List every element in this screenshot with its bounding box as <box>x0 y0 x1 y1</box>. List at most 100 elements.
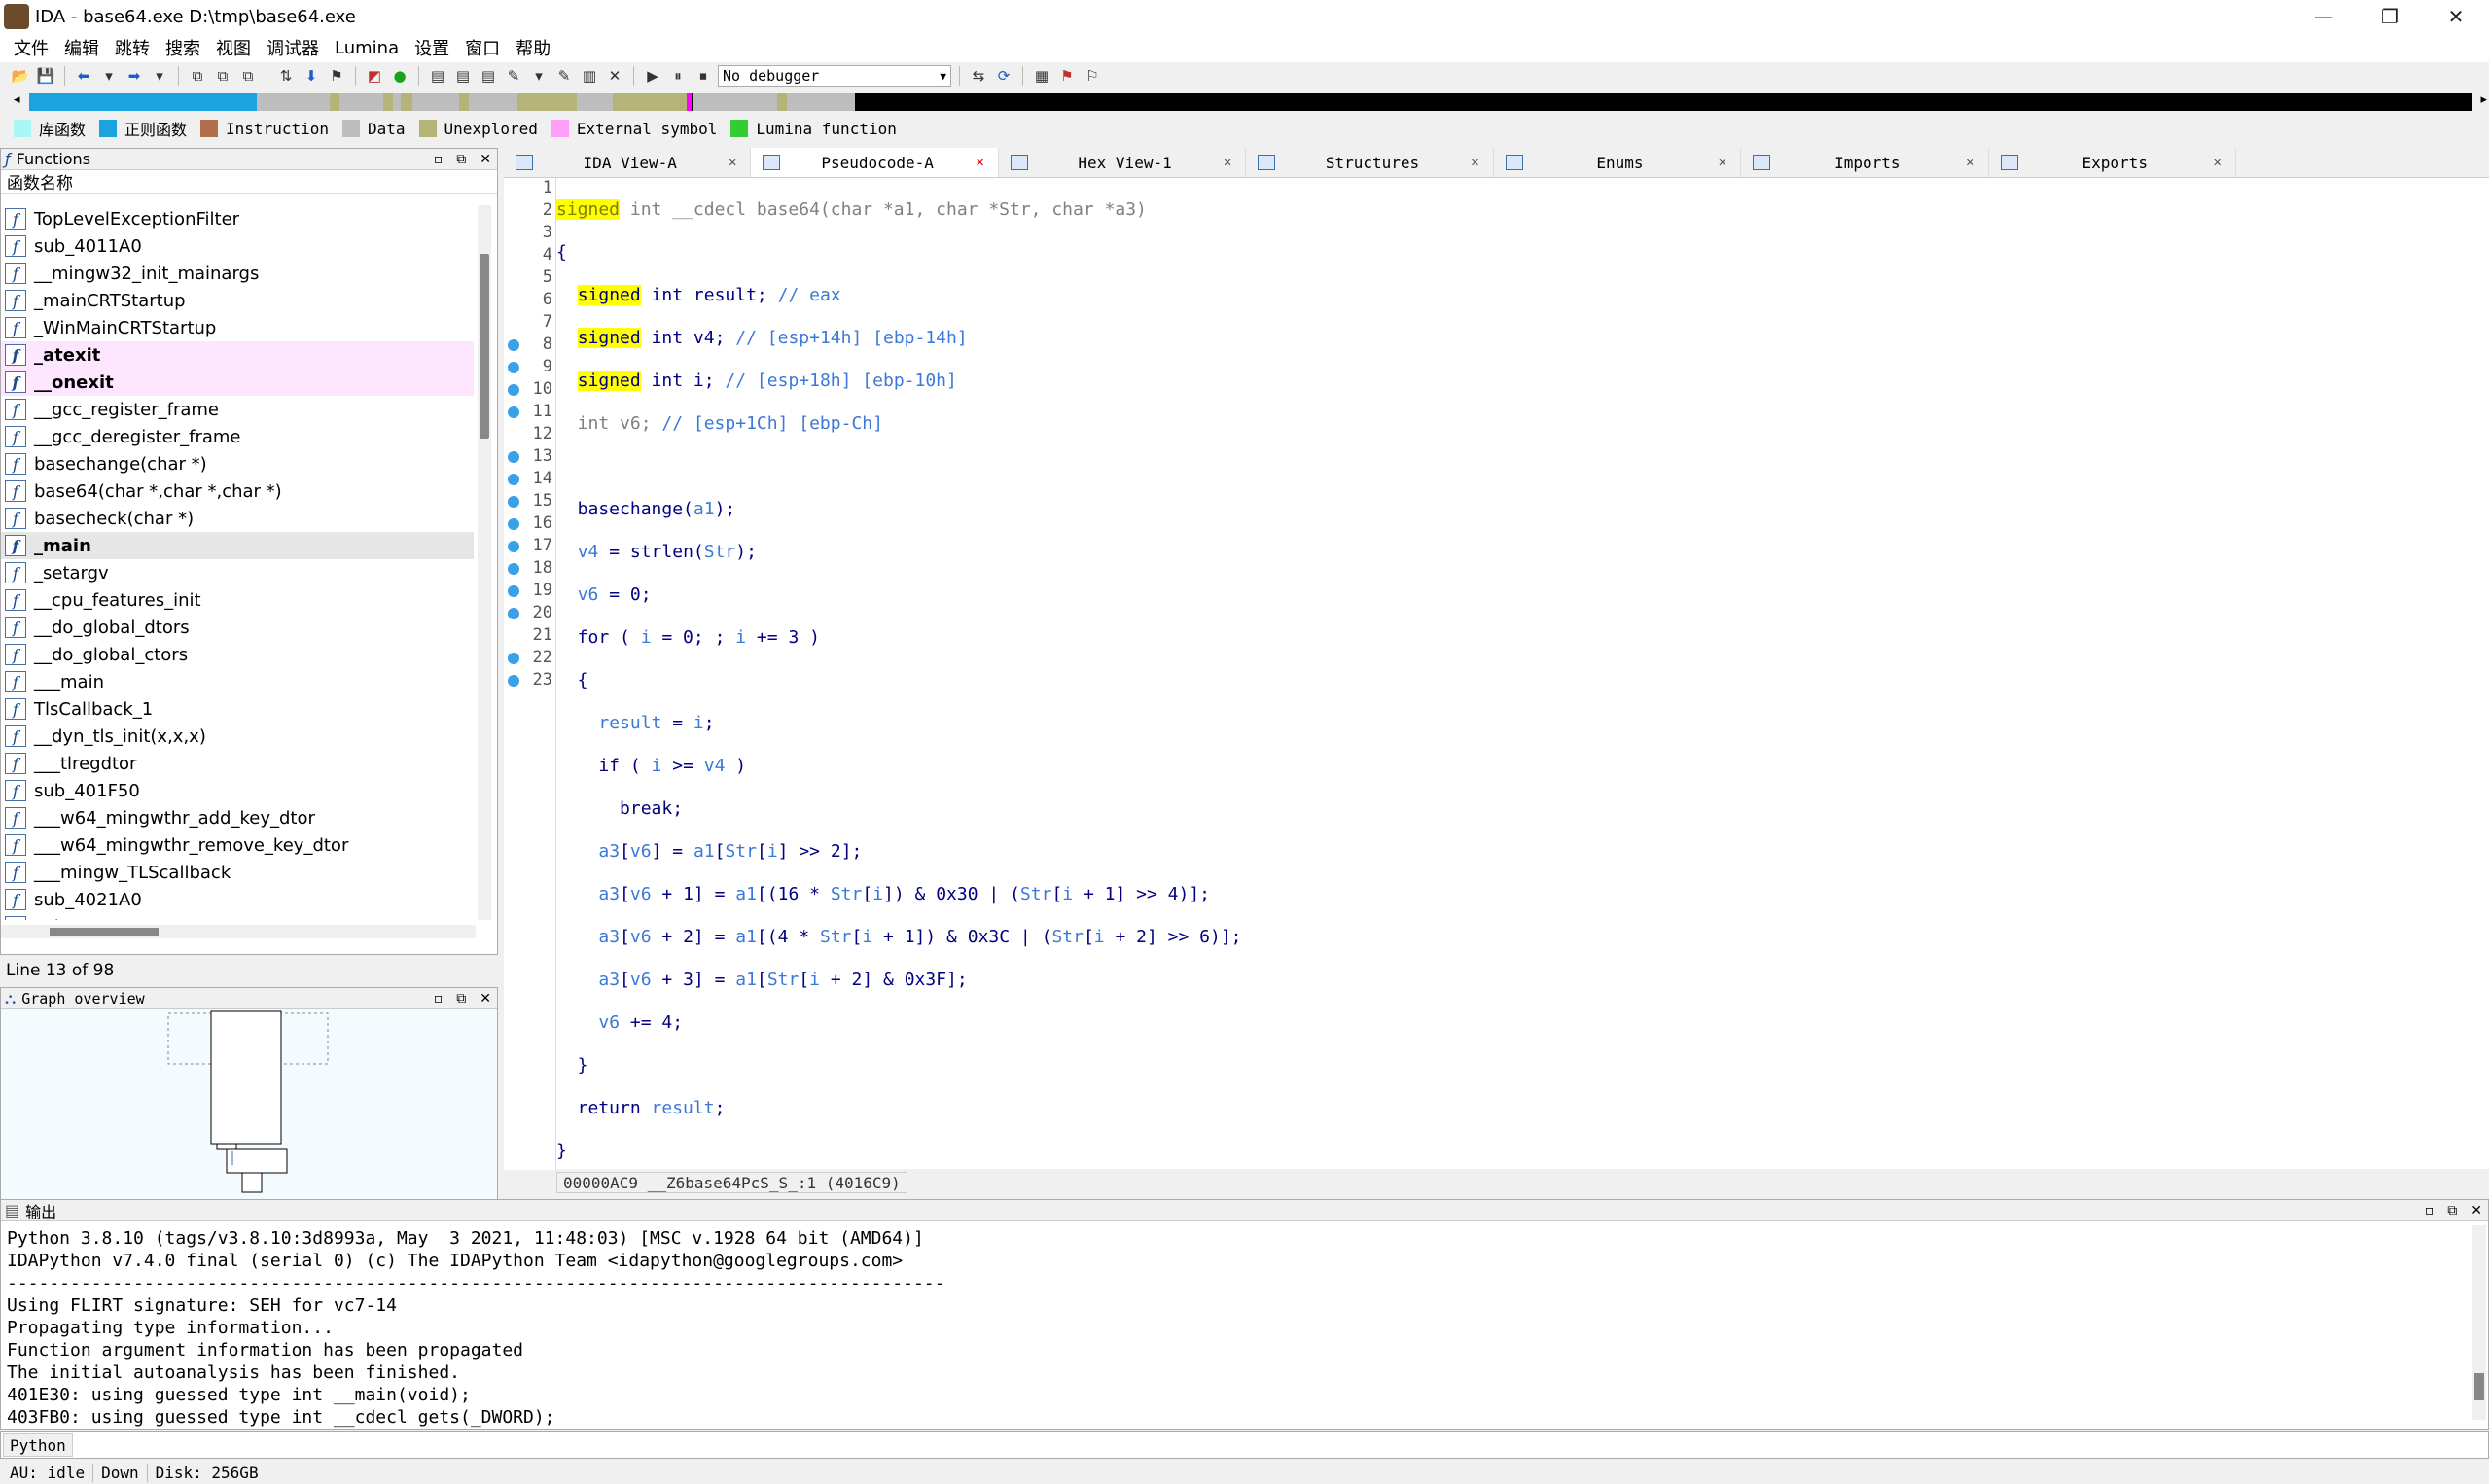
tab-imports[interactable]: Imports ✕ <box>1741 148 1989 177</box>
tab-close-icon[interactable]: ✕ <box>1471 155 1478 170</box>
tab-hex-view-1[interactable]: Hex View-1 ✕ <box>999 148 1247 177</box>
tab-close-icon[interactable]: ✕ <box>729 155 736 170</box>
data-icon[interactable]: ▤ <box>452 65 474 87</box>
function-list-item[interactable]: f __cpu_features_init <box>1 586 474 614</box>
breakpoint-dot-icon[interactable] <box>508 362 519 373</box>
close-icon[interactable]: ✕ <box>2471 1203 2482 1219</box>
functions-vertical-scrollbar[interactable] <box>478 205 491 920</box>
float-icon[interactable]: ▫ <box>434 991 444 1007</box>
output-vertical-scrollbar[interactable] <box>2472 1225 2486 1420</box>
array-icon[interactable]: ✎ <box>553 65 575 87</box>
menu-file[interactable]: 文件 <box>6 35 56 60</box>
menu-windows[interactable]: 窗口 <box>457 35 508 60</box>
function-list-item[interactable]: f base64(char *,char *,char *) <box>1 477 474 505</box>
pseudocode-text[interactable]: signed int __cdecl base64(char *a1, char… <box>556 178 2482 1203</box>
nav-segment[interactable] <box>459 93 470 111</box>
breakpoint-dot-icon[interactable] <box>508 518 519 530</box>
function-list-item[interactable]: f _main <box>1 532 474 559</box>
float-icon[interactable]: ▫ <box>2425 1203 2435 1219</box>
struct-icon[interactable]: ▤ <box>478 65 499 87</box>
undefine-icon[interactable]: ▥ <box>579 65 600 87</box>
tab-close-icon[interactable]: ✕ <box>1719 155 1726 170</box>
graph-icon[interactable]: ◩ <box>364 65 385 87</box>
function-list-item[interactable]: f ___w64_mingwthr_add_key_dtor <box>1 804 474 831</box>
maximize-button[interactable]: ❐ <box>2357 0 2423 33</box>
nav-segment[interactable] <box>469 93 518 111</box>
pause-icon[interactable]: ⏸ <box>667 65 689 87</box>
menu-view[interactable]: 视图 <box>208 35 259 60</box>
function-list-item[interactable]: f sub_401F50 <box>1 777 474 804</box>
nav-segment[interactable] <box>329 93 340 111</box>
nav-segment[interactable] <box>256 93 330 111</box>
tab-close-icon[interactable]: ✕ <box>1966 155 1973 170</box>
restore-icon[interactable]: ⧉ <box>456 991 466 1007</box>
tab-exports[interactable]: Exports ✕ <box>1989 148 2236 177</box>
python-language-button[interactable]: Python <box>3 1433 73 1457</box>
code-icon[interactable]: ▤ <box>427 65 448 87</box>
breakpoint-dot-icon[interactable] <box>508 384 519 396</box>
stop-icon[interactable]: ⏹ <box>693 65 714 87</box>
function-list-item[interactable]: f __gcc_deregister_frame <box>1 423 474 450</box>
nav-segment[interactable] <box>576 93 614 111</box>
run-green-icon[interactable]: ● <box>389 65 410 87</box>
functions-list[interactable]: f TopLevelExceptionFilter f sub_4011A0 f __mi… <box>1 205 474 920</box>
breakpoint-list-icon[interactable]: ▦ <box>1031 65 1052 87</box>
function-list-item[interactable]: f sub_402150 <box>1 913 474 920</box>
breakpoint-dot-icon[interactable] <box>508 541 519 552</box>
dropdown-icon[interactable]: ▾ <box>149 65 170 87</box>
function-list-item[interactable]: f __do_global_dtors <box>1 614 474 641</box>
scroll-thumb[interactable] <box>480 254 489 439</box>
navigation-bar[interactable] <box>29 93 2472 111</box>
close-icon[interactable]: ✕ <box>480 152 491 167</box>
nav-segment[interactable] <box>776 93 787 111</box>
breakpoint-icon[interactable]: ⚑ <box>1056 65 1078 87</box>
nav-segment[interactable] <box>786 93 855 111</box>
functions-column-header[interactable]: 函数名称 <box>1 170 497 194</box>
menu-help[interactable]: 帮助 <box>508 35 558 60</box>
scroll-thumb[interactable] <box>2474 1373 2484 1400</box>
breakpoint-dot-icon[interactable] <box>508 653 519 664</box>
menu-debugger[interactable]: 调试器 <box>259 35 327 60</box>
pseudocode-view[interactable]: 1 2 3 4 5 6 7 8 9 10 11 12 13 14 15 16 17 18 19 20 21 22 23 si… <box>504 177 2489 1170</box>
nav-segment[interactable] <box>854 93 2472 111</box>
breakpoint-dot-icon[interactable] <box>508 585 519 597</box>
function-list-item[interactable]: f __gcc_register_frame <box>1 396 474 423</box>
play-icon[interactable]: ▶ <box>642 65 663 87</box>
save-icon[interactable]: 💾 <box>35 65 56 87</box>
function-list-item[interactable]: f ___w64_mingwthr_remove_key_dtor <box>1 831 474 859</box>
search-binary-icon[interactable]: ⧉ <box>212 65 233 87</box>
breakpoint-dot-icon[interactable] <box>508 675 519 687</box>
function-list-item[interactable]: f __mingw32_init_mainargs <box>1 260 474 287</box>
nav-segment[interactable] <box>29 93 257 111</box>
function-list-item[interactable]: f sub_4011A0 <box>1 232 474 260</box>
breakpoint-dot-icon[interactable] <box>508 496 519 508</box>
function-list-item[interactable]: f __do_global_ctors <box>1 641 474 668</box>
menu-lumina[interactable]: Lumina <box>327 38 407 58</box>
breakpoint-dot-icon[interactable] <box>508 608 519 619</box>
breakpoint-dot-icon[interactable] <box>508 563 519 575</box>
function-list-item[interactable]: f _mainCRTStartup <box>1 287 474 314</box>
nav-segment[interactable] <box>412 93 460 111</box>
breakpoint-dot-icon[interactable] <box>508 339 519 351</box>
graph-overview-canvas[interactable] <box>1 1009 497 1200</box>
function-list-item[interactable]: f ___mingw_TLScallback <box>1 859 474 886</box>
function-list-item[interactable]: f __onexit <box>1 369 474 396</box>
tab-close-icon[interactable]: ✕ <box>1224 155 1231 170</box>
nav-segment[interactable] <box>383 93 394 111</box>
trace-icon[interactable]: ⚐ <box>1082 65 1103 87</box>
jump-down-icon[interactable]: ⬇ <box>301 65 322 87</box>
nav-segment[interactable] <box>517 93 577 111</box>
function-list-item[interactable]: f ___tlregdtor <box>1 750 474 777</box>
search-immediate-icon[interactable]: ⧉ <box>237 65 259 87</box>
tab-close-icon[interactable]: ✕ <box>976 155 983 170</box>
debugger-select[interactable]: No debugger ▼ <box>718 65 951 87</box>
search-text-icon[interactable]: ⧉ <box>187 65 208 87</box>
nav-segment[interactable] <box>393 93 401 111</box>
function-list-item[interactable]: f basechange(char *) <box>1 450 474 477</box>
mark-icon[interactable]: ⚑ <box>326 65 347 87</box>
function-list-item[interactable]: f _WinMainCRTStartup <box>1 314 474 341</box>
function-list-item[interactable]: f TlsCallback_1 <box>1 695 474 723</box>
minimize-button[interactable]: — <box>2291 0 2357 33</box>
function-list-item[interactable]: f sub_4021A0 <box>1 886 474 913</box>
dropdown-icon[interactable]: ▾ <box>98 65 120 87</box>
